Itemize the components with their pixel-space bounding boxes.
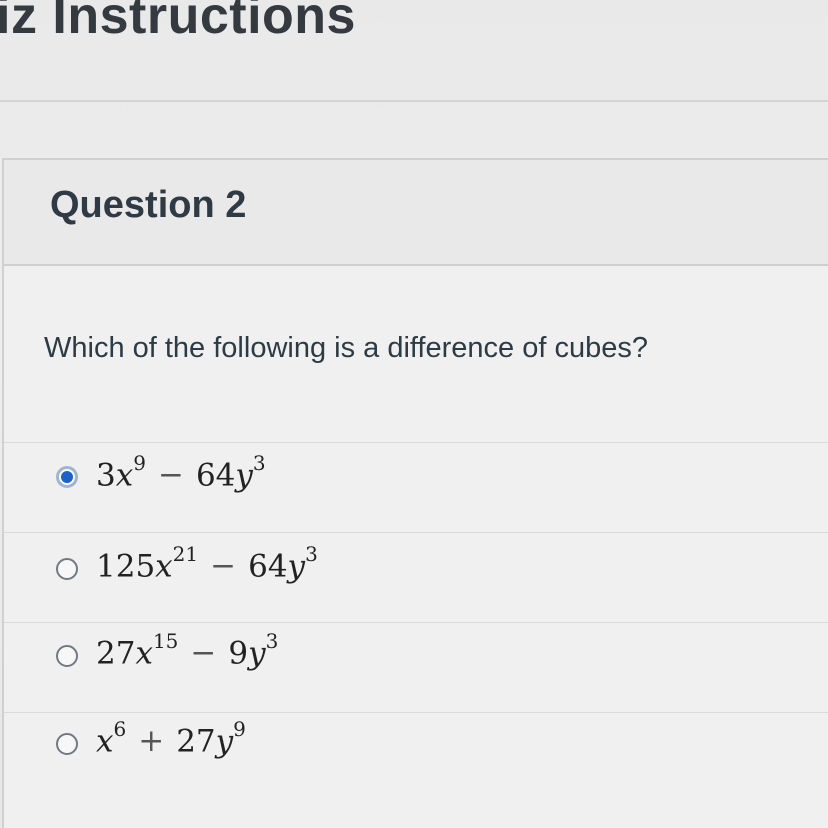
answer-expression-4[interactable]: x6 +27y9 [96, 717, 246, 760]
variable-2: y [248, 635, 266, 672]
coefficient-2: 27 [176, 723, 216, 760]
answer-expression-3[interactable]: 27x15−9y3 [96, 629, 278, 672]
question-prompt: Which of the following is a difference o… [44, 332, 648, 364]
coefficient-2: 9 [228, 635, 249, 672]
exponent-1: 21 [172, 542, 199, 566]
coefficient-1: 3 [96, 457, 116, 494]
radio-button[interactable] [56, 645, 78, 667]
coefficient-2: 64 [195, 457, 236, 494]
variable-1: x [155, 548, 173, 585]
operator: − [210, 548, 237, 585]
operator: − [157, 457, 184, 494]
variable-2: y [235, 457, 253, 494]
exponent-2: 3 [305, 542, 318, 566]
radio-button[interactable] [56, 733, 78, 755]
radio-button-selected[interactable] [56, 466, 78, 488]
answer-option-1[interactable]: 3x9−64y3 [4, 442, 828, 533]
variable-2: y [215, 723, 234, 760]
variable-2: y [287, 548, 306, 585]
answer-option-4[interactable]: x6 +27y9 [4, 712, 828, 803]
operator: − [190, 635, 217, 672]
exponent-2: 3 [265, 629, 279, 653]
answer-option-2[interactable]: 125x21−64y3 [4, 532, 828, 623]
question-title: Question 2 [50, 184, 247, 226]
exponent-1: 15 [152, 629, 179, 653]
radio-button[interactable] [56, 558, 78, 580]
coefficient-2: 64 [248, 548, 288, 585]
answer-option-3[interactable]: 27x15−9y3 [4, 622, 828, 713]
page-header: iz Instructions [0, 0, 828, 102]
question-card: Question 2 Which of the following is a d… [2, 158, 828, 828]
variable-1: x [135, 635, 153, 672]
answer-expression-1[interactable]: 3x9−64y3 [96, 451, 266, 494]
variable-1: x [96, 723, 114, 760]
question-header: Question 2 [4, 160, 828, 266]
page-title: iz Instructions [0, 0, 356, 45]
variable-1: x [115, 457, 134, 494]
exponent-2: 3 [252, 451, 266, 475]
exponent-2: 9 [233, 717, 246, 741]
operator: + [138, 723, 165, 760]
coefficient-1: 125 [96, 548, 156, 585]
exponent-1: 6 [113, 717, 127, 741]
coefficient-1: 27 [96, 635, 136, 672]
answer-expression-2[interactable]: 125x21−64y3 [96, 542, 318, 585]
exponent-1: 9 [133, 451, 146, 475]
